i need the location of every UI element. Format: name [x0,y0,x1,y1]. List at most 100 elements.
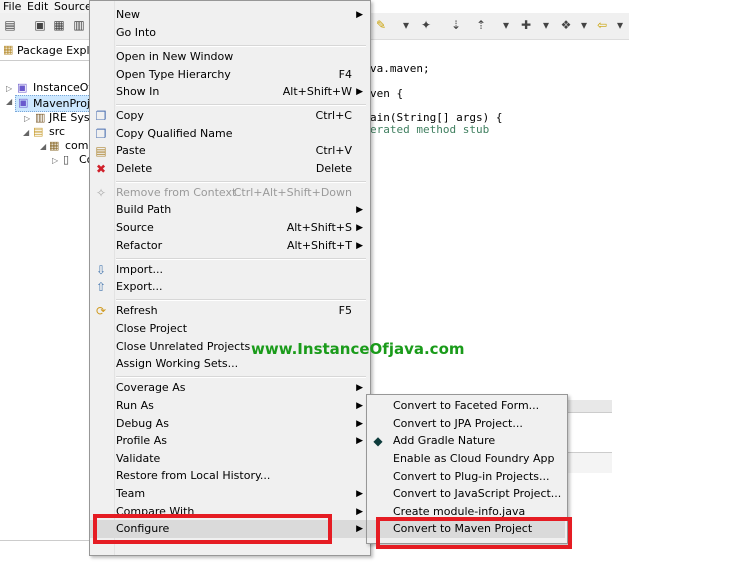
menu-item-paste[interactable]: ▤ Paste Ctrl+V [90,142,368,160]
menu-item-source[interactable]: Source Alt+Shift+S ▶ [90,219,368,237]
menu-item-validate[interactable]: Validate [90,450,368,468]
tree-item-jre[interactable]: ▷ ▥ JRE Syster [18,110,105,125]
submenu-arrow-icon: ▶ [356,87,363,97]
menu-item-team[interactable]: Team ▶ [90,485,368,503]
submenu-arrow-icon: ▶ [356,205,363,215]
menu-item-go-into[interactable]: Go Into [90,24,368,42]
menu-item-run-as[interactable]: Run As ▶ [90,397,368,415]
watermark: www.InstanceOfjava.com [251,340,465,358]
new-icon[interactable]: ▤ [3,18,17,32]
submenu-item-convert-faceted[interactable]: Convert to Faceted Form... [367,397,565,415]
back-icon[interactable]: ⇦ [595,18,609,32]
menu-item-label: Copy Qualified Name [116,127,233,140]
submenu-item-add-gradle-nature[interactable]: ◆ Add Gradle Nature [367,432,565,450]
menu-item-remove-from-context[interactable]: ✧ Remove from Context Ctrl+Alt+Shift+Dow… [90,184,368,202]
menu-item-label: Team [116,487,146,500]
menu-file[interactable]: File [3,0,21,13]
prev-annotation-icon[interactable]: ⇡ [474,18,488,32]
menu-item-close-project[interactable]: Close Project [90,320,368,338]
menu-item-shortcut: F5 [338,304,352,317]
tree-item-java-file[interactable]: ▷ ▯ Co [50,152,93,168]
main-toolbar-right: ✎ ▾ ✦ ⇣ ⇡ ▾ ✚ ▾ ❖ ▾ ⇦ ▾ [369,13,629,40]
expand-arrow-icon[interactable]: ▷ [6,81,12,96]
maven-highlight-box [376,517,572,549]
menu-item-label: Delete [116,162,153,175]
tree-item-src[interactable]: ◢ ▤ src [18,124,90,139]
menu-item-copy-qualified-name[interactable]: ❐ Copy Qualified Name [90,125,368,143]
menu-item-label: Assign Working Sets... [116,357,239,370]
dropdown-icon[interactable]: ▾ [499,18,513,32]
menu-item-copy[interactable]: ❐ Copy Ctrl+C [90,107,368,125]
menu-item-build-path[interactable]: Build Path ▶ [90,201,368,219]
background-panel [566,452,612,473]
print-icon[interactable]: ▥ [72,18,86,32]
submenu-arrow-icon: ▶ [356,419,363,429]
menu-item-label: Profile As [116,434,167,447]
package-explorer-icon: ▦ [3,43,14,56]
menu-item-shortcut: Alt+Shift+T [286,239,352,252]
menu-item-label: Paste [116,144,146,157]
menu-item-shortcut: Ctrl+V [315,144,352,157]
submenu-arrow-icon: ▶ [356,383,363,393]
menu-item-shortcut: F4 [338,68,352,81]
pencil-icon[interactable]: ✎ [374,18,388,32]
submenu-arrow-icon: ▶ [356,10,363,20]
submenu-item-enable-cloud-foundry[interactable]: Enable as Cloud Foundry App [367,450,565,468]
tree-item-package[interactable]: ◢ ▦ com.i [38,138,95,154]
menu-item-refactor[interactable]: Refactor Alt+Shift+T ▶ [90,237,368,255]
menu-separator [116,376,366,378]
menu-edit[interactable]: Edit [27,0,48,13]
menu-item-label: Convert to JavaScript Project... [393,487,562,500]
menu-item-label: Build Path [116,203,172,216]
tree-item-instanceofjava[interactable]: ▷ ▣ InstanceOfJav [0,80,109,96]
pin-icon[interactable]: ❖ [559,18,573,32]
menu-item-delete[interactable]: ✖ Delete Delete [90,160,368,178]
menu-item-restore-from-local-history[interactable]: Restore from Local History... [90,467,368,485]
package-explorer-tab[interactable]: ▦ Package Explorer [0,40,112,61]
dropdown-icon[interactable]: ▾ [613,18,627,32]
menu-item-refresh[interactable]: ⟳ Refresh F5 [90,302,368,320]
copy-icon: ❐ [95,109,107,123]
menu-source[interactable]: Source [54,0,92,13]
dropdown-icon[interactable]: ▾ [577,18,591,32]
annotation-icon[interactable]: ✦ [419,18,433,32]
save-icon[interactable]: ▣ [33,18,47,32]
collapse-arrow-icon[interactable]: ◢ [6,97,12,106]
menu-item-open-type-hierarchy[interactable]: Open Type Hierarchy F4 [90,66,368,84]
next-annotation-icon[interactable]: ⇣ [449,18,463,32]
submenu-item-convert-javascript[interactable]: Convert to JavaScript Project... [367,485,565,503]
submenu-item-convert-plugin[interactable]: Convert to Plug-in Projects... [367,468,565,486]
context-menu: New ▶ Go Into Open in New Window Open Ty… [89,0,371,556]
menu-item-debug-as[interactable]: Debug As ▶ [90,415,368,433]
expand-arrow-icon[interactable]: ▷ [52,153,58,168]
menu-item-label: Close Project [116,322,188,335]
save-all-icon[interactable]: ▦ [52,18,66,32]
delete-icon: ✖ [95,162,107,176]
menu-item-label: Add Gradle Nature [393,434,496,447]
collapse-arrow-icon[interactable]: ◢ [40,139,46,154]
submenu-arrow-icon: ▶ [356,507,363,517]
dropdown-icon[interactable]: ▾ [539,18,553,32]
menu-item-coverage-as[interactable]: Coverage As ▶ [90,379,368,397]
last-edit-icon[interactable]: ✚ [519,18,533,32]
menu-item-export[interactable]: ⇧ Export... [90,278,368,296]
left-panel-footer [0,540,89,555]
menu-item-import[interactable]: ⇩ Import... [90,261,368,279]
collapse-arrow-icon[interactable]: ◢ [23,125,29,140]
menu-item-open-in-new-window[interactable]: Open in New Window [90,48,368,66]
menu-item-shortcut: Delete [315,162,352,175]
menu-item-label: Convert to Faceted Form... [393,399,540,412]
menu-item-label: Debug As [116,417,169,430]
menu-item-new[interactable]: New ▶ [90,6,368,24]
remove-context-icon: ✧ [95,186,107,200]
dropdown-icon[interactable]: ▾ [399,18,413,32]
menu-item-label: Coverage As [116,381,186,394]
menu-item-label: Go Into [116,26,157,39]
paste-icon: ▤ [95,144,107,158]
menu-item-label: Validate [116,452,161,465]
menu-item-profile-as[interactable]: Profile As ▶ [90,432,368,450]
menu-item-label: New [116,8,140,21]
menu-item-show-in[interactable]: Show In Alt+Shift+W ▶ [90,83,368,101]
submenu-item-convert-jpa[interactable]: Convert to JPA Project... [367,415,565,433]
menu-item-shortcut: Alt+Shift+W [282,85,352,98]
